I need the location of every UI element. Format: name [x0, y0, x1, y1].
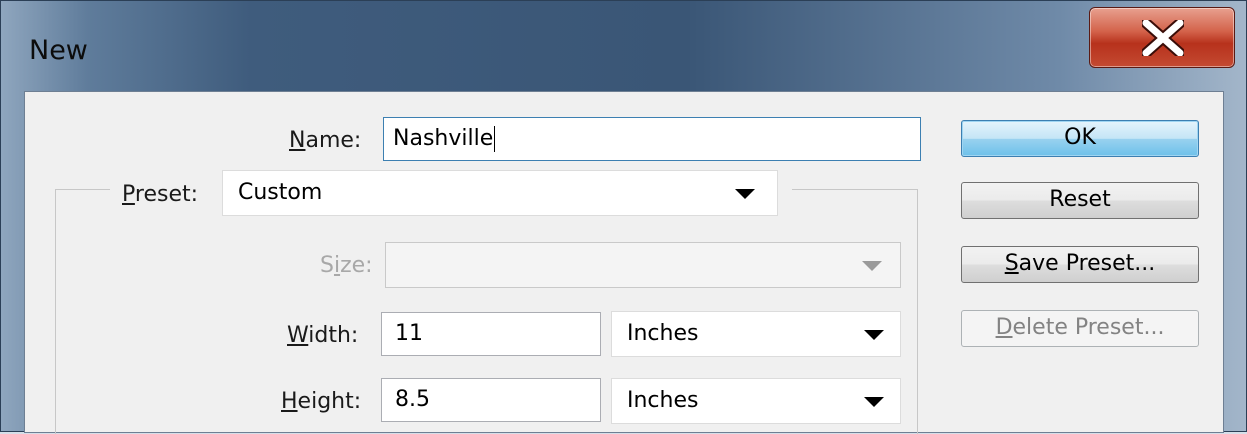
height-input[interactable]: 8.5	[381, 378, 601, 422]
preset-group-border-top-right	[792, 189, 918, 190]
preset-select-value: Custom	[238, 180, 323, 205]
size-select	[385, 242, 901, 288]
height-unit-value: Inches	[627, 388, 699, 413]
chevron-down-icon	[735, 189, 755, 199]
close-button[interactable]	[1089, 7, 1235, 68]
close-icon	[1142, 20, 1184, 56]
preset-label: Preset:	[122, 182, 199, 207]
height-unit-select[interactable]: Inches	[611, 378, 901, 424]
preset-group-border-left	[55, 189, 56, 434]
preset-group-border-right	[917, 189, 918, 434]
reset-button[interactable]: Reset	[961, 182, 1199, 219]
width-label: Width:	[287, 323, 359, 348]
name-input[interactable]: Nashville	[383, 117, 921, 161]
chevron-down-icon	[862, 261, 882, 271]
preset-select[interactable]: Custom	[222, 170, 778, 216]
ok-button[interactable]: OK	[961, 120, 1199, 157]
name-label: Name:	[289, 128, 362, 153]
save-preset-button[interactable]: Save Preset...	[961, 246, 1199, 283]
width-input-value: 11	[395, 321, 423, 346]
width-unit-value: Inches	[627, 321, 699, 346]
dialog-body: Name: Nashville Preset: Custom Size: Wid…	[24, 91, 1224, 434]
height-label: Height:	[281, 389, 362, 414]
width-input[interactable]: 11	[381, 312, 601, 356]
size-label: Size:	[320, 253, 373, 278]
dialog-title: New	[29, 35, 88, 66]
height-input-value: 8.5	[395, 387, 430, 412]
width-unit-select[interactable]: Inches	[611, 311, 901, 357]
delete-preset-button: Delete Preset...	[961, 310, 1199, 347]
chevron-down-icon	[864, 330, 884, 340]
preset-group-border-top	[55, 189, 110, 190]
dialog-window: New Name: Nashville Preset: Custom Size:	[0, 0, 1247, 434]
name-input-value: Nashville	[393, 126, 494, 151]
text-caret	[494, 126, 496, 152]
title-bar[interactable]: New	[1, 1, 1247, 91]
chevron-down-icon	[864, 397, 884, 407]
